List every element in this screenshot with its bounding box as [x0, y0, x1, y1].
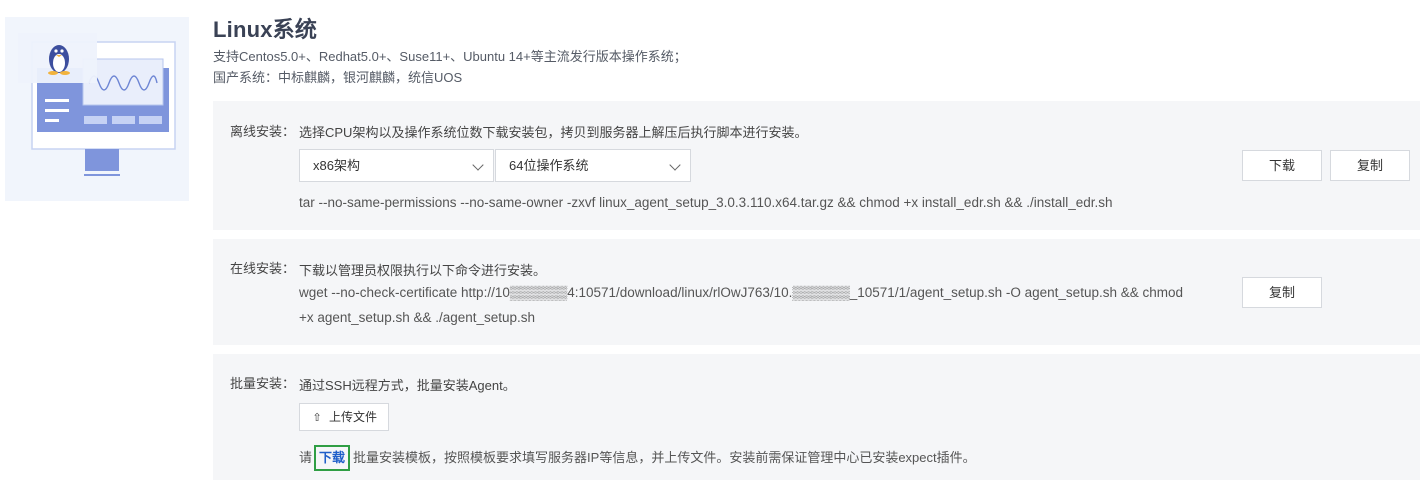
online-install-label: 在线安装： [230, 261, 296, 276]
os-bits-value: 64位操作系统 [509, 158, 589, 173]
upload-file-button[interactable]: ⇧ 上传文件 [299, 403, 389, 431]
domestic-os-text: 国产系统：中标麒麟，银河麒麟，统信UOS [213, 70, 463, 85]
page-title: Linux系统 [213, 17, 318, 42]
cpu-arch-select[interactable]: x86架构 [299, 149, 494, 182]
batch-install-panel: 批量安装： 通过SSH远程方式，批量安装Agent。 ⇧ 上传文件 请下载 批量安装… [213, 354, 1420, 480]
download-template-link[interactable]: 下载 [314, 445, 351, 471]
linux-penguin-monitor-icon [18, 33, 176, 176]
batch-template-hint: 请下载 批量安装模板，按照模板要求填写服务器IP等信息，并上传文件。安装前需保证管… [299, 445, 976, 471]
online-install-text: 下载以管理员权限执行以下命令进行安装。 [299, 263, 547, 278]
linux-illustration [5, 17, 189, 201]
chevron-down-icon [669, 159, 681, 171]
batch-install-text: 通过SSH远程方式，批量安装Agent。 [299, 378, 516, 393]
upload-file-label: 上传文件 [329, 410, 378, 424]
offline-install-text: 选择CPU架构以及操作系统位数下载安装包，拷贝到服务器上解压后执行脚本进行安装。 [299, 125, 808, 140]
offline-install-panel: 离线安装： 选择CPU架构以及操作系统位数下载安装包，拷贝到服务器上解压后执行脚… [213, 101, 1420, 230]
online-install-panel: 在线安装： 下载以管理员权限执行以下命令进行安装。 wget --no-chec… [213, 239, 1420, 345]
download-button[interactable]: 下载 [1242, 150, 1322, 181]
cpu-arch-value: x86架构 [313, 158, 360, 173]
online-install-command-line1: wget --no-check-certificate http://10▒▒▒… [299, 285, 1183, 300]
os-bits-select[interactable]: 64位操作系统 [495, 149, 691, 182]
upload-icon: ⇧ [312, 412, 322, 424]
offline-install-label: 离线安装： [230, 124, 296, 139]
batch-install-label: 批量安装： [230, 376, 296, 391]
offline-copy-button[interactable]: 复制 [1330, 150, 1410, 181]
offline-install-command: tar --no-same-permissions --no-same-owne… [299, 195, 1113, 210]
hint-suffix: 批量安装模板，按照模板要求填写服务器IP等信息，并上传文件。安装前需保证管理中心… [353, 450, 976, 465]
online-copy-button[interactable]: 复制 [1242, 277, 1322, 308]
hint-prefix: 请 [299, 450, 313, 465]
chevron-down-icon [472, 159, 484, 171]
online-install-command-line2: +x agent_setup.sh && ./agent_setup.sh [299, 310, 536, 325]
supported-distros-text: 支持Centos5.0+、Redhat5.0+、Suse11+、Ubuntu 1… [213, 49, 687, 64]
